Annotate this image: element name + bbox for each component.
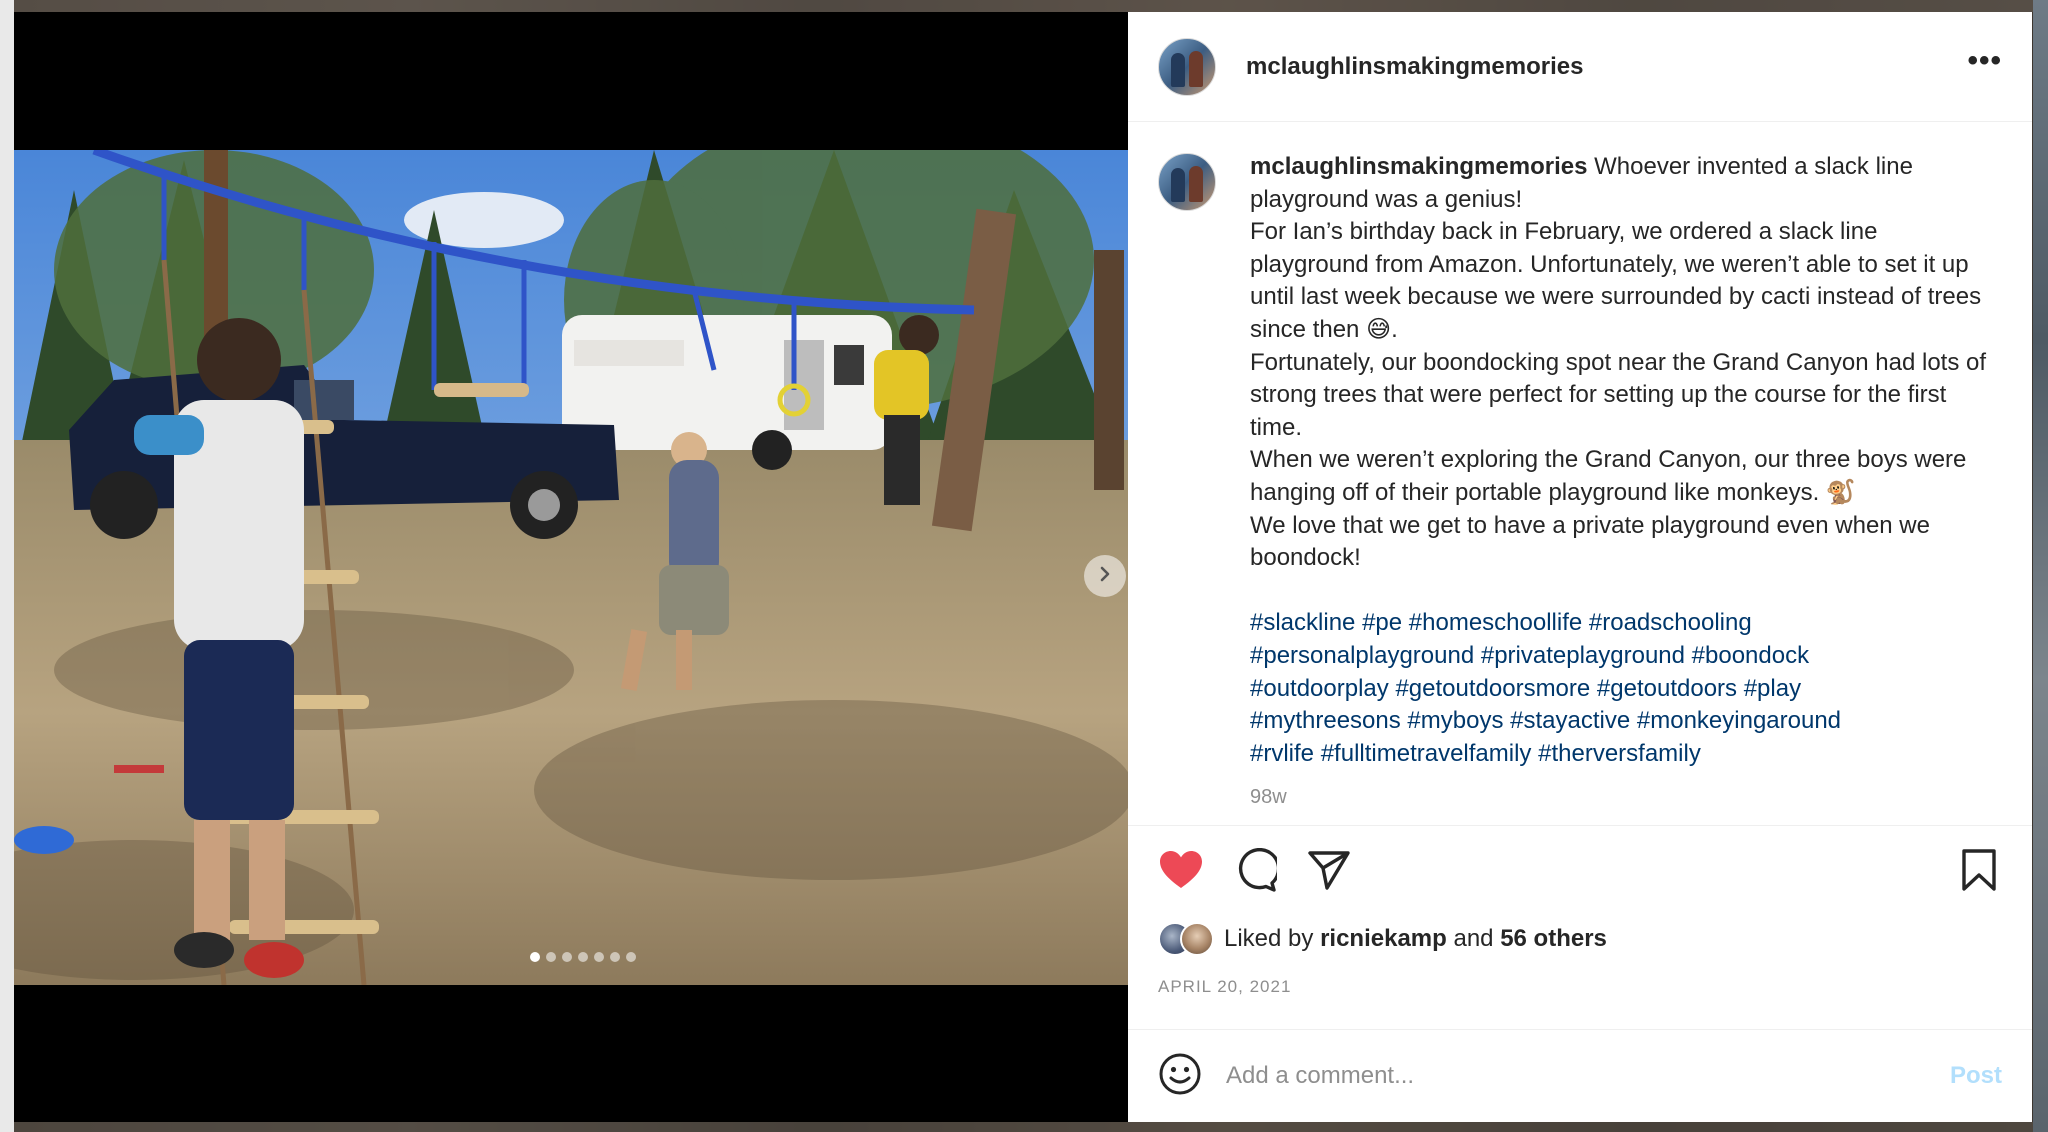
hashtag-link[interactable]: #rvlife: [1250, 740, 1314, 767]
more-options-button[interactable]: •••: [1967, 45, 2002, 88]
photo-illustration: [14, 150, 1128, 985]
hashtag-link[interactable]: #getoutdoors: [1597, 675, 1737, 702]
slide-dot: [530, 952, 540, 962]
comment-bar: Post: [1128, 1029, 2032, 1122]
hashtag-link[interactable]: #mythreesons: [1250, 707, 1401, 734]
caption-area: mclaughlinsmakingmemories Whoever invent…: [1128, 123, 2032, 828]
backdrop-left-edge: [0, 0, 14, 1132]
backdrop-right-edge: [2033, 0, 2048, 1132]
author-username[interactable]: mclaughlinsmakingmemories: [1246, 53, 1583, 81]
hashtag-link[interactable]: #play: [1744, 675, 1801, 702]
comment-button[interactable]: [1232, 847, 1281, 897]
slide-dot: [578, 952, 588, 962]
smiley-icon: [1159, 1053, 1201, 1100]
liker-avatar[interactable]: [1180, 922, 1214, 956]
actions-divider: [1128, 825, 2032, 826]
hashtag-link[interactable]: #monkeyingaround: [1637, 707, 1841, 734]
caption-text: mclaughlinsmakingmemories Whoever invent…: [1250, 151, 2002, 607]
backdrop-bottom-strip: [0, 1122, 2048, 1132]
post-details-panel: mclaughlinsmakingmemories ••• mclaughlin…: [1128, 12, 2032, 1122]
liker-avatars: [1158, 922, 1214, 956]
slide-indicator: [26, 952, 1128, 962]
post-comment-button[interactable]: Post: [1950, 1062, 2002, 1090]
hashtag-link[interactable]: #stayactive: [1510, 707, 1630, 734]
liked-by-others[interactable]: 56 others: [1500, 925, 1607, 953]
hashtag-link[interactable]: #getoutdoorsmore: [1395, 675, 1590, 702]
hashtag-link[interactable]: #privateplayground: [1481, 642, 1685, 669]
emoji-button[interactable]: [1158, 1053, 1202, 1100]
caption-line: We love that we get to have a private pl…: [1250, 511, 1930, 572]
caption-username[interactable]: mclaughlinsmakingmemories: [1250, 153, 1587, 180]
hashtag-link[interactable]: #personalplayground: [1250, 642, 1474, 669]
caption-line: Fortunately, our boondocking spot near t…: [1250, 348, 1987, 441]
hashtag-link[interactable]: #slackline: [1250, 609, 1355, 636]
save-button[interactable]: [1956, 848, 2002, 896]
hashtag-link[interactable]: #pe: [1362, 609, 1402, 636]
caption-author-avatar[interactable]: [1158, 153, 1216, 211]
speech-bubble-icon: [1233, 847, 1281, 897]
paper-plane-icon: [1307, 848, 1351, 897]
hashtag-link[interactable]: #boondock: [1692, 642, 1809, 669]
comment-input[interactable]: [1226, 1062, 1950, 1090]
hashtag-link[interactable]: #therversfamily: [1538, 740, 1701, 767]
like-button[interactable]: [1158, 849, 1204, 895]
post-date[interactable]: APRIL 20, 2021: [1158, 977, 1291, 997]
bookmark-icon: [1960, 848, 1998, 896]
hashtag-list: #slackline #pe #homeschoollife #roadscho…: [1250, 607, 2002, 770]
caption-body: mclaughlinsmakingmemories Whoever invent…: [1250, 151, 2002, 828]
post-photo: [14, 150, 1128, 985]
hashtag-link[interactable]: #roadschooling: [1589, 609, 1752, 636]
hashtag-link[interactable]: #outdoorplay: [1250, 675, 1389, 702]
post-media: [14, 12, 1128, 1122]
backdrop-top-strip: [0, 0, 2048, 12]
heart-filled-icon: [1159, 850, 1203, 895]
hashtag-link[interactable]: #myboys: [1407, 707, 1503, 734]
share-button[interactable]: [1306, 849, 1352, 895]
hashtag-link[interactable]: #fulltimetravelfamily: [1321, 740, 1532, 767]
caption-line: When we weren’t exploring the Grand Cany…: [1250, 446, 1967, 506]
next-slide-button[interactable]: [1084, 555, 1126, 597]
caption-line: For Ian’s birthday back in February, we …: [1250, 218, 1982, 343]
likes-summary: Liked by ricniekamp and 56 others: [1158, 920, 1607, 958]
author-avatar[interactable]: [1158, 37, 1216, 96]
liked-by-prefix: Liked by: [1224, 925, 1314, 952]
slide-dot: [610, 952, 620, 962]
slide-dot: [626, 952, 636, 962]
post-header: mclaughlinsmakingmemories •••: [1128, 12, 2032, 122]
slide-dot: [546, 952, 556, 962]
slide-dot: [562, 952, 572, 962]
post-age[interactable]: 98w: [1250, 786, 2002, 809]
slide-dot: [594, 952, 604, 962]
liked-by-user[interactable]: ricniekamp: [1320, 925, 1447, 953]
chevron-right-icon: [1096, 565, 1114, 588]
liked-by-and: and: [1453, 925, 1494, 952]
action-bar: [1158, 847, 2002, 897]
hashtag-link[interactable]: #homeschoollife: [1409, 609, 1582, 636]
